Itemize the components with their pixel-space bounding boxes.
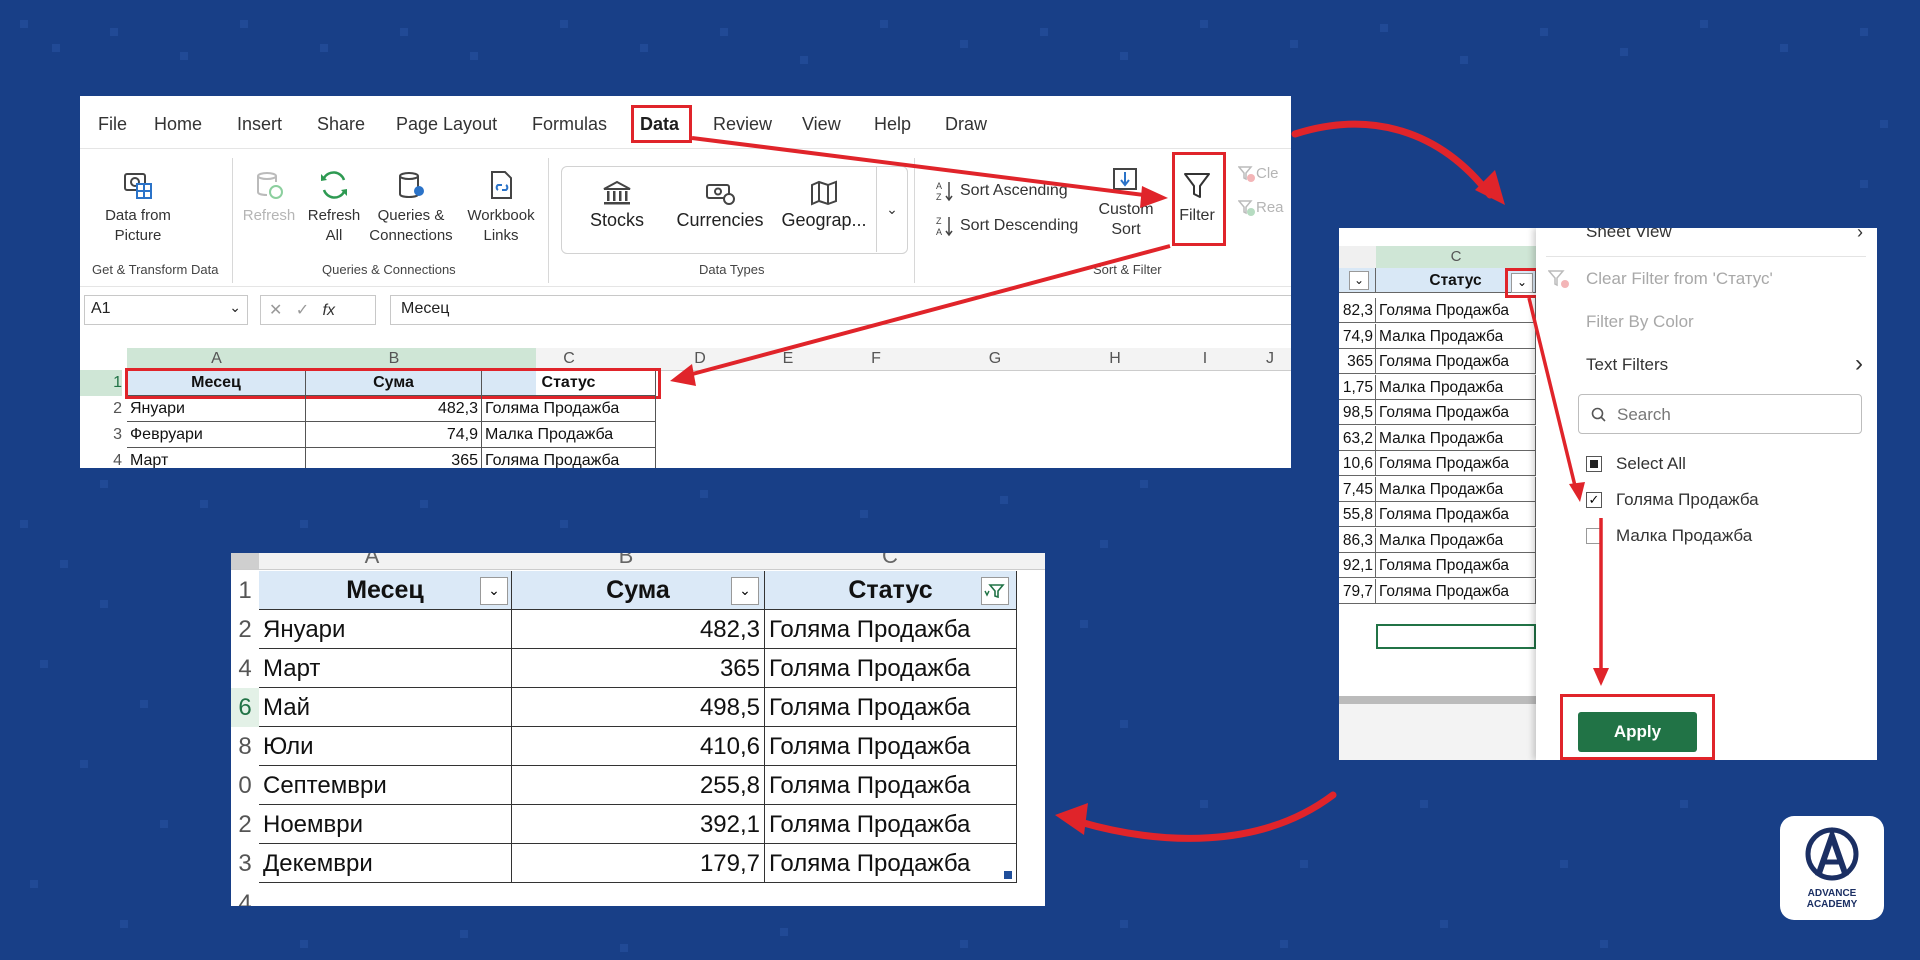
filter-arrows [1527,297,1609,686]
advance-academy-logo: ADVANCE ACADEMY [1780,816,1884,920]
ribbon-arrows [670,136,1171,386]
table-cell[interactable]: Голяма Продажба [765,610,1017,649]
table-cell[interactable]: 498,5 [512,688,765,727]
header-cell[interactable]: Месец [259,571,512,610]
table-cell[interactable]: Септември [259,766,512,805]
row-number[interactable]: 0 [231,766,259,805]
filter-dropdown-panel: C ⌄ Статус ⌄ 82,3 Голяма Продажба 74,9 Малк… [1339,228,1877,760]
col-header-a[interactable]: A [261,553,483,569]
filtered-result-panel: A B C 1 Месец Сума Статус ⌄ ⌄ 2 Януари 482… [231,553,1045,906]
header-cell[interactable]: Статус [765,571,1017,610]
table-cell[interactable]: 392,1 [512,805,765,844]
table-cell[interactable]: 179,7 [512,844,765,883]
row-number[interactable]: 4 [231,884,259,906]
active-filter-button[interactable] [981,577,1009,605]
table-resize-handle[interactable] [1004,871,1012,879]
table-cell[interactable]: Голяма Продажба [765,805,1017,844]
row-number[interactable]: 3 [231,844,259,883]
header-cell[interactable]: Сума [512,571,765,610]
table-cell[interactable]: Март [259,649,512,688]
table-cell[interactable]: 255,8 [512,766,765,805]
table-cell[interactable]: Голяма Продажба [765,766,1017,805]
table-cell[interactable]: Юли [259,727,512,766]
table-cell[interactable]: Януари [259,610,512,649]
table-cell[interactable]: 365 [512,649,765,688]
row-number[interactable]: 8 [231,727,259,766]
row-number[interactable]: 4 [231,649,259,688]
row-number[interactable]: 2 [231,610,259,649]
table-cell[interactable]: 482,3 [512,610,765,649]
table-cell[interactable]: Голяма Продажба [765,727,1017,766]
academy-logo-icon [1805,826,1859,881]
table-cell[interactable]: 410,6 [512,727,765,766]
row-number[interactable]: 2 [231,805,259,844]
table-cell[interactable]: Май [259,688,512,727]
filter-active-icon [984,584,1005,599]
table-cell[interactable]: Ноември [259,805,512,844]
table-cell[interactable]: Голяма Продажба [765,649,1017,688]
logo-text: ADVANCE ACADEMY [1806,888,1858,910]
filter-dropdown-button[interactable]: ⌄ [731,577,759,605]
col-header-c[interactable]: C [765,553,1015,569]
row-number[interactable]: 6 [231,688,259,727]
table-cell[interactable]: Голяма Продажба [765,688,1017,727]
table-cell[interactable]: Декември [259,844,512,883]
excel-ribbon-panel: File Home Insert Share Page Layout Formu… [80,96,1291,468]
row-number[interactable]: 1 [231,571,259,610]
select-all-corner[interactable] [231,553,259,569]
col-header-b[interactable]: B [515,553,737,569]
table-cell[interactable]: Голяма Продажба [765,844,1017,883]
filter-dropdown-button[interactable]: ⌄ [480,577,508,605]
